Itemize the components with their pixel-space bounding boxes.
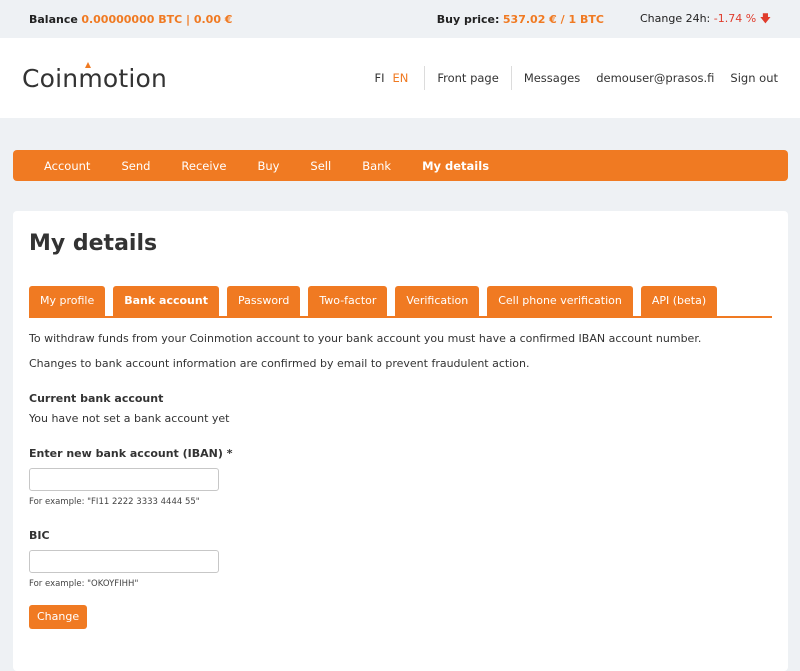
site-header: Coinmotion FI EN Front page Messages dem… (0, 38, 800, 118)
logo-mark-icon (85, 61, 91, 68)
content-card: My details My profile Bank account Passw… (13, 211, 788, 671)
info-text-2: Changes to bank account information are … (29, 357, 530, 370)
current-bank-account-label: Current bank account (29, 392, 164, 405)
sign-out-link[interactable]: Sign out (730, 71, 778, 85)
nav-my-details[interactable]: My details (422, 159, 489, 173)
buy-price: Buy price: 537.02 € / 1 BTC (437, 13, 604, 26)
bic-input[interactable] (29, 550, 219, 573)
tab-verification[interactable]: Verification (395, 286, 480, 316)
divider (510, 66, 512, 90)
header-nav: FI EN Front page Messages demouser@praso… (370, 66, 778, 90)
user-link[interactable]: demouser@prasos.fi (596, 71, 714, 85)
details-tabs: My profile Bank account Password Two-fac… (29, 286, 772, 318)
change-button[interactable]: Change (29, 605, 88, 629)
lang-en[interactable]: EN (388, 71, 412, 85)
tab-bank-account[interactable]: Bank account (113, 286, 219, 316)
nav-bank[interactable]: Bank (362, 159, 391, 173)
iban-label: Enter new bank account (IBAN) * (29, 447, 233, 460)
change-24h: Change 24h: -1.74 % 🡇 (640, 10, 771, 29)
lang-fi[interactable]: FI (370, 71, 388, 85)
nav-account[interactable]: Account (44, 159, 90, 173)
tab-cell-phone-verification[interactable]: Cell phone verification (487, 286, 633, 316)
iban-input[interactable] (29, 468, 219, 491)
nav-buy[interactable]: Buy (257, 159, 279, 173)
current-bank-account-value: You have not set a bank account yet (29, 412, 230, 425)
iban-hint: For example: "FI11 2222 3333 4444 55" (29, 497, 200, 507)
bic-label: BIC (29, 529, 50, 542)
logo[interactable]: Coinmotion (22, 61, 168, 93)
balance-label: Balance (29, 12, 78, 26)
tab-two-factor[interactable]: Two-factor (308, 286, 388, 316)
change-label: Change 24h: (639, 11, 711, 25)
nav-send[interactable]: Send (121, 159, 150, 173)
page-title: My details (29, 231, 158, 256)
tab-password[interactable]: Password (226, 286, 301, 316)
logo-text: Coinmotion (22, 63, 168, 93)
bic-hint: For example: "OKOYFIHH" (29, 579, 139, 589)
buy-price-label: Buy price: (436, 12, 500, 26)
buy-price-value: 537.02 € / 1 BTC (502, 12, 604, 26)
nav-sell[interactable]: Sell (310, 159, 331, 173)
front-page-link[interactable]: Front page (437, 71, 498, 85)
change-value: -1.74 % (713, 11, 757, 25)
tab-api-beta[interactable]: API (beta) (640, 286, 718, 316)
main-nav: Account Send Receive Buy Sell Bank My de… (13, 150, 788, 181)
tab-my-profile[interactable]: My profile (29, 286, 106, 316)
top-status-bar: Balance 0.00000000 BTC | 0.00 € Buy pric… (0, 0, 800, 38)
info-text-1: To withdraw funds from your Coinmotion a… (29, 332, 702, 345)
arrow-down-icon: 🡇 (759, 11, 771, 25)
balance-value: 0.00000000 BTC | 0.00 € (81, 12, 233, 26)
messages-link[interactable]: Messages (524, 71, 580, 85)
balance: Balance 0.00000000 BTC | 0.00 € (29, 13, 232, 26)
nav-receive[interactable]: Receive (181, 159, 226, 173)
divider (424, 66, 426, 90)
